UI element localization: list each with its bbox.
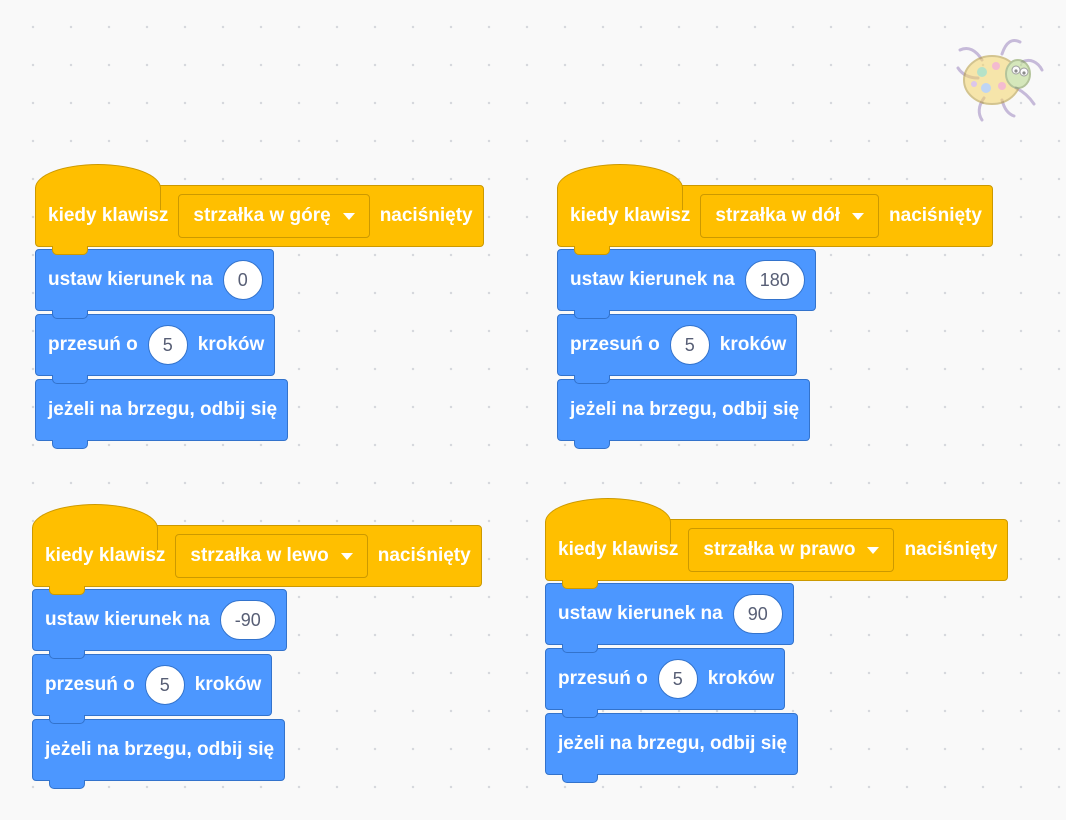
when-key-pressed-block[interactable]: kiedy klawisz strzałka w górę naciśnięty (35, 164, 484, 255)
dropdown-value: strzałka w lewo (190, 545, 329, 566)
block-label: kiedy klawisz (45, 545, 166, 566)
bounce-on-edge-block[interactable]: jeżeli na brzegu, odbij się (35, 379, 289, 449)
block-label: kroków (719, 334, 787, 355)
dropdown-value: strzałka w górę (193, 205, 331, 226)
ladybug-sprite-icon (950, 28, 1046, 124)
bounce-on-edge-block[interactable]: jeżeli na brzegu, odbij się (32, 719, 286, 789)
direction-input[interactable]: 90 (732, 594, 783, 634)
ladybug-sprite-icon (956, 39, 1044, 122)
set-direction-block[interactable]: ustaw kierunek na 0 (35, 249, 274, 319)
dropdown-value: strzałka w prawo (703, 539, 856, 560)
move-steps-block[interactable]: przesuń o 5 kroków (32, 654, 273, 724)
set-direction-block[interactable]: ustaw kierunek na 90 (545, 583, 794, 653)
direction-input[interactable]: 180 (744, 260, 805, 300)
block-label: ustaw kierunek na (570, 269, 735, 290)
caret-down-icon (852, 212, 865, 220)
block-label: naciśnięty (377, 545, 471, 566)
block-label: naciśnięty (889, 205, 982, 226)
set-direction-block[interactable]: ustaw kierunek na 180 (557, 249, 816, 319)
block-label: kroków (194, 674, 262, 695)
steps-input[interactable]: 5 (147, 325, 188, 365)
move-steps-block[interactable]: przesuń o 5 kroków (557, 314, 798, 384)
bounce-on-edge-block[interactable]: jeżeli na brzegu, odbij się (545, 713, 799, 783)
key-dropdown[interactable]: strzałka w dół (700, 194, 880, 238)
dropdown-value: strzałka w dół (715, 205, 841, 226)
move-steps-block[interactable]: przesuń o 5 kroków (35, 314, 276, 384)
key-dropdown[interactable]: strzałka w prawo (688, 528, 895, 572)
caret-down-icon (867, 546, 880, 554)
block-label: przesuń o (570, 334, 660, 355)
block-label: naciśnięty (904, 539, 998, 560)
block-label: ustaw kierunek na (48, 269, 213, 290)
block-label: przesuń o (558, 668, 648, 689)
block-label: jeżeli na brzegu, odbij się (570, 399, 800, 420)
when-key-pressed-block[interactable]: kiedy klawisz strzałka w prawo naciśnięt… (545, 498, 1009, 589)
direction-input[interactable]: -90 (219, 600, 276, 640)
block-label: kroków (707, 668, 775, 689)
block-label: przesuń o (48, 334, 138, 355)
bounce-on-edge-block[interactable]: jeżeli na brzegu, odbij się (557, 379, 811, 449)
block-label: ustaw kierunek na (45, 609, 210, 630)
direction-input[interactable]: 0 (222, 260, 263, 300)
steps-input[interactable]: 5 (144, 665, 185, 705)
caret-down-icon (342, 212, 355, 220)
move-steps-block[interactable]: przesuń o 5 kroków (545, 648, 786, 718)
block-label: ustaw kierunek na (558, 603, 723, 624)
block-label: przesuń o (45, 674, 135, 695)
block-label: kiedy klawisz (48, 205, 169, 226)
key-dropdown[interactable]: strzałka w górę (178, 194, 370, 238)
block-label: jeżeli na brzegu, odbij się (45, 739, 275, 760)
caret-down-icon (340, 552, 353, 560)
when-key-pressed-block[interactable]: kiedy klawisz strzałka w dół naciśnięty (557, 164, 993, 255)
block-label: jeżeli na brzegu, odbij się (558, 733, 788, 754)
block-label: kiedy klawisz (570, 205, 691, 226)
when-key-pressed-block[interactable]: kiedy klawisz strzałka w lewo naciśnięty (32, 504, 482, 595)
block-label: jeżeli na brzegu, odbij się (48, 399, 278, 420)
set-direction-block[interactable]: ustaw kierunek na -90 (32, 589, 287, 659)
steps-input[interactable]: 5 (669, 325, 710, 365)
block-label: naciśnięty (379, 205, 473, 226)
block-label: kroków (197, 334, 265, 355)
key-dropdown[interactable]: strzałka w lewo (175, 534, 368, 578)
steps-input[interactable]: 5 (657, 659, 698, 699)
block-label: kiedy klawisz (558, 539, 679, 560)
